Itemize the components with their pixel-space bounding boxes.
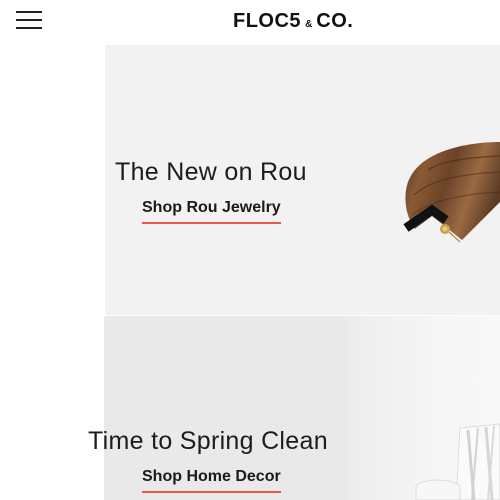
menu-line [16, 19, 42, 21]
hamburger-menu-icon[interactable] [16, 10, 42, 30]
shop-home-decor-link[interactable]: Shop Home Decor [142, 468, 281, 493]
logo-wordmark: FLOC5 [233, 10, 302, 32]
logo-ampersand: & [305, 19, 313, 30]
logo-suffix: CO. [316, 10, 354, 32]
wood-earring-image [400, 142, 500, 260]
site-logo[interactable]: FLOC5 & CO. [233, 10, 353, 34]
hero-title-rou: The New on Rou [115, 158, 307, 186]
ceramic-vase-image [415, 423, 500, 500]
hero-title-spring: Time to Spring Clean [88, 427, 328, 455]
site-header: FLOC5 & CO. [0, 0, 500, 45]
menu-line [16, 27, 42, 29]
shop-rou-jewelry-link[interactable]: Shop Rou Jewelry [142, 199, 281, 224]
menu-line [16, 11, 42, 13]
